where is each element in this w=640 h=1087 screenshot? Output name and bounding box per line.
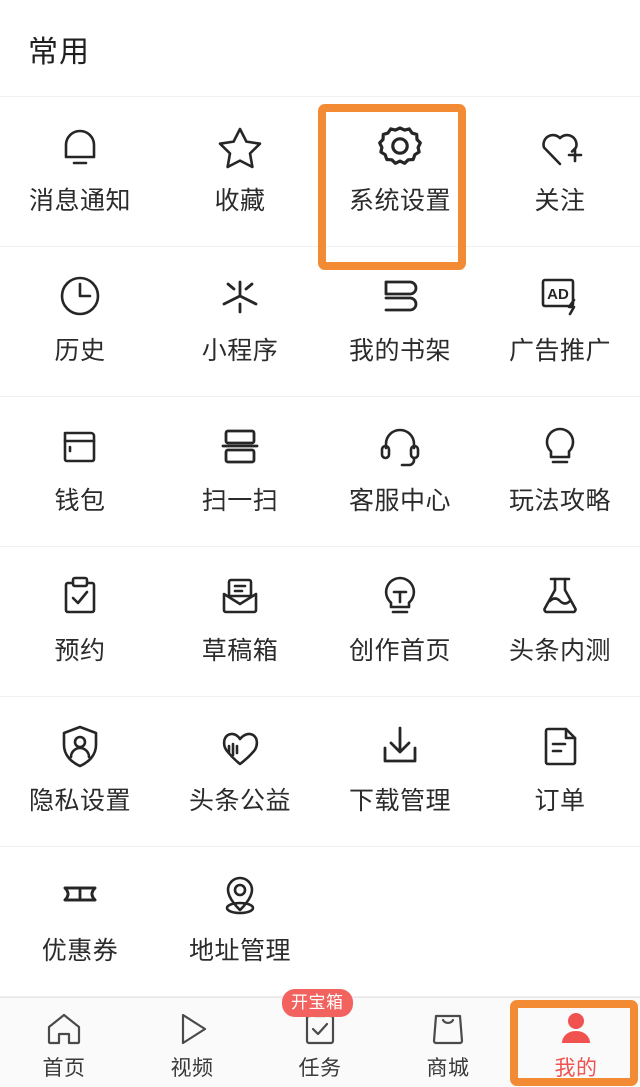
grid-item-customer-service[interactable]: 客服中心 xyxy=(320,397,480,547)
grid-item-history[interactable]: 历史 xyxy=(0,247,160,397)
grid-item-label: 隐私设置 xyxy=(28,787,131,815)
person-filled-icon xyxy=(555,1008,597,1050)
scan-icon xyxy=(213,419,267,473)
page-title: 常用 xyxy=(28,36,90,69)
svg-text:AD: AD xyxy=(547,286,569,303)
mini-program-icon xyxy=(213,269,267,323)
grid-item-download-manager[interactable]: 下载管理 xyxy=(320,697,480,847)
grid-item-label: 头条公益 xyxy=(188,787,291,815)
heart-chart-icon xyxy=(213,719,267,773)
grid-item-strategy[interactable]: 玩法攻略 xyxy=(480,397,640,547)
wallet-icon xyxy=(53,419,107,473)
home-icon xyxy=(43,1008,85,1050)
grid-item-label: 关注 xyxy=(534,187,586,215)
grid-row: 消息通知 收藏 系统设置 关注 xyxy=(0,97,640,247)
grid-row: 优惠券 地址管理 xyxy=(0,847,640,997)
grid-item-creation-home[interactable]: 创作首页 xyxy=(320,547,480,697)
grid-item-label: 小程序 xyxy=(201,337,279,365)
grid-item-beta-test[interactable]: 头条内测 xyxy=(480,547,640,697)
grid-item-messages[interactable]: 消息通知 xyxy=(0,97,160,247)
grid-item-label: 扫一扫 xyxy=(201,487,279,515)
grid-item-scan[interactable]: 扫一扫 xyxy=(160,397,320,547)
location-pin-icon xyxy=(213,869,267,923)
grid-item-privacy-settings[interactable]: 隐私设置 xyxy=(0,697,160,847)
headset-icon xyxy=(373,419,427,473)
lightbulb-icon xyxy=(533,419,587,473)
grid-item-label: 消息通知 xyxy=(28,187,131,215)
grid-item-label: 草稿箱 xyxy=(201,637,279,665)
grid-item-label: 下载管理 xyxy=(348,787,451,815)
nav-item-mine[interactable]: 我的 xyxy=(510,998,640,1087)
nav-item-home[interactable]: 首页 xyxy=(0,998,128,1087)
grid-row: 预约 草稿箱 创作首页 头条内测 xyxy=(0,547,640,697)
grid-item-charity[interactable]: 头条公益 xyxy=(160,697,320,847)
grid-item-address-manager[interactable]: 地址管理 xyxy=(160,847,320,997)
grid-item-following[interactable]: 关注 xyxy=(480,97,640,247)
clock-icon xyxy=(53,269,107,323)
grid-item-bookshelf[interactable]: 我的书架 xyxy=(320,247,480,397)
document-icon xyxy=(533,719,587,773)
star-icon xyxy=(213,119,267,173)
nav-item-label: 视频 xyxy=(170,1057,214,1080)
shortcut-grid: 消息通知 收藏 系统设置 关注 历史 小程序 我的书架 AD 广告推广 钱包 扫… xyxy=(0,96,640,997)
nav-badge-treasure[interactable]: 开宝箱 xyxy=(282,989,353,1017)
grid-item-favorites[interactable]: 收藏 xyxy=(160,97,320,247)
grid-item-label: 优惠券 xyxy=(41,937,119,965)
envelope-icon xyxy=(213,569,267,623)
bottom-navigation-bar: 首页 视频 开宝箱 任务 商城 我的 xyxy=(0,989,640,1087)
shopping-bag-icon xyxy=(427,1008,469,1050)
gear-icon xyxy=(373,119,427,173)
ad-promotion-icon: AD xyxy=(533,269,587,323)
coupon-icon xyxy=(53,869,107,923)
grid-row: 历史 小程序 我的书架 AD 广告推广 xyxy=(0,247,640,397)
app-screen: 常用 消息通知 收藏 系统设置 关注 历史 小程序 我的书架 AD 广告推广 钱… xyxy=(0,0,640,1087)
flask-icon xyxy=(533,569,587,623)
grid-item-label: 收藏 xyxy=(214,187,266,215)
heart-plus-icon xyxy=(533,119,587,173)
nav-item-label: 首页 xyxy=(42,1057,86,1080)
bell-icon xyxy=(53,119,107,173)
shield-person-icon xyxy=(53,719,107,773)
grid-item-orders[interactable]: 订单 xyxy=(480,697,640,847)
nav-item-mall[interactable]: 商城 xyxy=(384,998,512,1087)
grid-item-ad-promotion[interactable]: AD 广告推广 xyxy=(480,247,640,397)
grid-item-label: 广告推广 xyxy=(508,337,611,365)
clipboard-check-icon xyxy=(53,569,107,623)
grid-item-system-settings[interactable]: 系统设置 xyxy=(320,97,480,247)
grid-row: 钱包 扫一扫 客服中心 玩法攻略 xyxy=(0,397,640,547)
bookshelf-icon xyxy=(373,269,427,323)
grid-item-label: 头条内测 xyxy=(508,637,611,665)
grid-row: 隐私设置 头条公益 下载管理 订单 xyxy=(0,697,640,847)
nav-item-label: 我的 xyxy=(554,1057,598,1080)
grid-item-label: 客服中心 xyxy=(348,487,451,515)
grid-item-label: 系统设置 xyxy=(348,187,451,215)
nav-item-video[interactable]: 视频 xyxy=(128,998,256,1087)
nav-item-label: 任务 xyxy=(298,1057,342,1080)
grid-item-label: 玩法攻略 xyxy=(508,487,611,515)
download-icon xyxy=(373,719,427,773)
grid-item-label: 地址管理 xyxy=(188,937,291,965)
grid-item-label: 创作首页 xyxy=(348,637,451,665)
grid-item-appointment[interactable]: 预约 xyxy=(0,547,160,697)
grid-item-mini-program[interactable]: 小程序 xyxy=(160,247,320,397)
bulb-text-icon xyxy=(373,569,427,623)
grid-item-label: 钱包 xyxy=(54,487,106,515)
nav-item-tasks[interactable]: 开宝箱 任务 xyxy=(256,989,384,1087)
grid-item-coupons[interactable]: 优惠券 xyxy=(0,847,160,997)
grid-item-label: 历史 xyxy=(54,337,106,365)
nav-item-label: 商城 xyxy=(426,1057,470,1080)
grid-item-wallet[interactable]: 钱包 xyxy=(0,397,160,547)
grid-item-label: 预约 xyxy=(54,637,106,665)
play-icon xyxy=(171,1008,213,1050)
grid-item-label: 我的书架 xyxy=(348,337,451,365)
grid-item-drafts[interactable]: 草稿箱 xyxy=(160,547,320,697)
grid-item-label: 订单 xyxy=(534,787,586,815)
